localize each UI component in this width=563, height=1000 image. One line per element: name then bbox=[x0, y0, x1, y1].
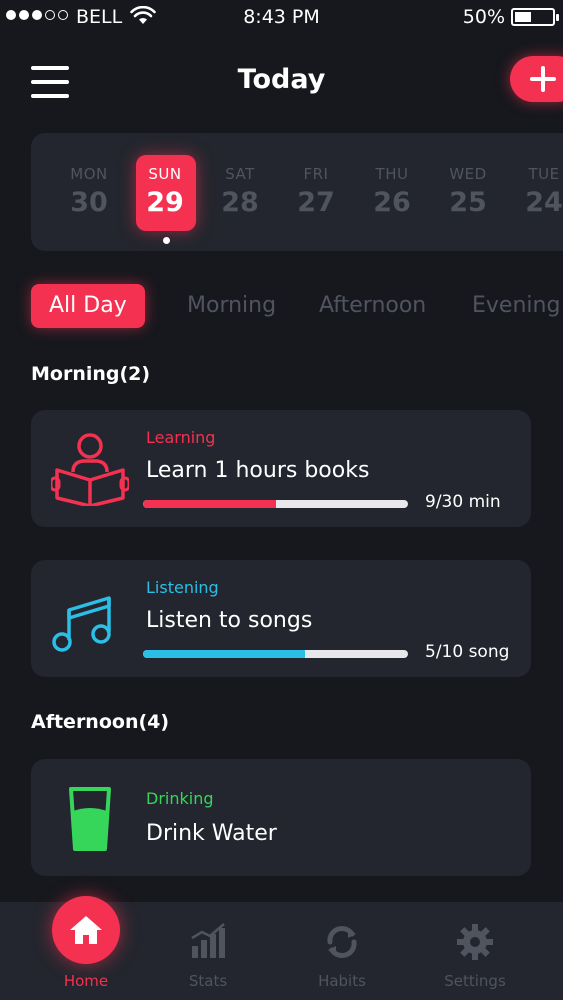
battery-icon bbox=[511, 8, 559, 26]
day-name: TUE bbox=[528, 165, 560, 183]
date-strip[interactable]: MON 30 SUN 29 SAT 28 FRI 27 THU 26 WED 2… bbox=[31, 133, 563, 251]
page-title: Today bbox=[237, 64, 326, 95]
day-name: THU bbox=[375, 165, 409, 183]
day-name: SUN bbox=[148, 165, 182, 183]
water-glass-icon bbox=[69, 787, 111, 851]
day-name: FRI bbox=[303, 165, 329, 183]
habit-category: Learning bbox=[146, 428, 216, 447]
habit-card-listening[interactable]: Listening Listen to songs 5/10 song bbox=[31, 560, 531, 677]
nav-habits[interactable]: Habits bbox=[282, 902, 402, 1000]
status-bar: BELL 8:43 PM 50% bbox=[0, 0, 563, 34]
selected-dot-indicator bbox=[163, 237, 170, 244]
habit-category: Listening bbox=[146, 578, 219, 597]
date-item[interactable]: SAT 28 bbox=[209, 133, 271, 251]
date-item[interactable]: WED 25 bbox=[437, 133, 499, 251]
day-number: 25 bbox=[449, 187, 487, 218]
habit-progress-text: 5/10 song bbox=[425, 642, 510, 662]
tab-all-day[interactable]: All Day bbox=[31, 284, 145, 328]
day-name: SAT bbox=[225, 165, 255, 183]
add-habit-button[interactable] bbox=[510, 56, 563, 102]
home-button-active[interactable] bbox=[52, 896, 120, 964]
habit-card-learning[interactable]: Learning Learn 1 hours books 9/30 min bbox=[31, 410, 531, 527]
nav-label: Settings bbox=[444, 972, 506, 990]
reading-person-icon bbox=[51, 433, 129, 506]
tab-morning[interactable]: Morning bbox=[187, 284, 276, 328]
day-number: 27 bbox=[297, 187, 335, 218]
habit-progress-bar bbox=[143, 650, 408, 658]
habit-title: Drink Water bbox=[146, 821, 277, 846]
date-item[interactable]: MON 30 bbox=[58, 133, 120, 251]
day-number: 28 bbox=[221, 187, 259, 218]
habit-progress-text: 9/30 min bbox=[425, 492, 501, 512]
music-note-icon bbox=[52, 596, 111, 652]
day-number: 29 bbox=[146, 187, 184, 218]
home-icon bbox=[70, 916, 102, 944]
habit-title: Learn 1 hours books bbox=[146, 458, 370, 483]
habits-cycle-icon bbox=[327, 926, 357, 958]
habit-card-drinking[interactable]: Drinking Drink Water bbox=[31, 759, 531, 876]
nav-label: Home bbox=[63, 972, 109, 990]
date-item[interactable]: TUE 24 bbox=[513, 133, 563, 251]
day-name: MON bbox=[70, 165, 108, 183]
tab-afternoon[interactable]: Afternoon bbox=[319, 284, 426, 328]
nav-label: Stats bbox=[188, 972, 228, 990]
stats-chart-icon bbox=[191, 923, 225, 958]
day-name: WED bbox=[449, 165, 487, 183]
habit-title: Listen to songs bbox=[146, 608, 313, 633]
tab-evening[interactable]: Evening bbox=[472, 284, 560, 328]
date-item[interactable]: THU 26 bbox=[361, 133, 423, 251]
day-number: 26 bbox=[373, 187, 411, 218]
habit-progress-bar bbox=[143, 500, 408, 508]
date-item-selected[interactable]: SUN 29 bbox=[134, 133, 196, 251]
habit-category: Drinking bbox=[146, 789, 214, 808]
day-number: 30 bbox=[70, 187, 108, 218]
battery-percent: 50% bbox=[462, 6, 505, 28]
date-item[interactable]: FRI 27 bbox=[285, 133, 347, 251]
section-title-afternoon: Afternoon(4) bbox=[31, 711, 170, 733]
nav-settings[interactable]: Settings bbox=[415, 902, 535, 1000]
nav-label: Habits bbox=[318, 972, 366, 990]
section-title-morning: Morning(2) bbox=[31, 363, 151, 385]
day-number: 24 bbox=[525, 187, 563, 218]
nav-stats[interactable]: Stats bbox=[148, 902, 268, 1000]
gear-icon bbox=[457, 924, 493, 960]
